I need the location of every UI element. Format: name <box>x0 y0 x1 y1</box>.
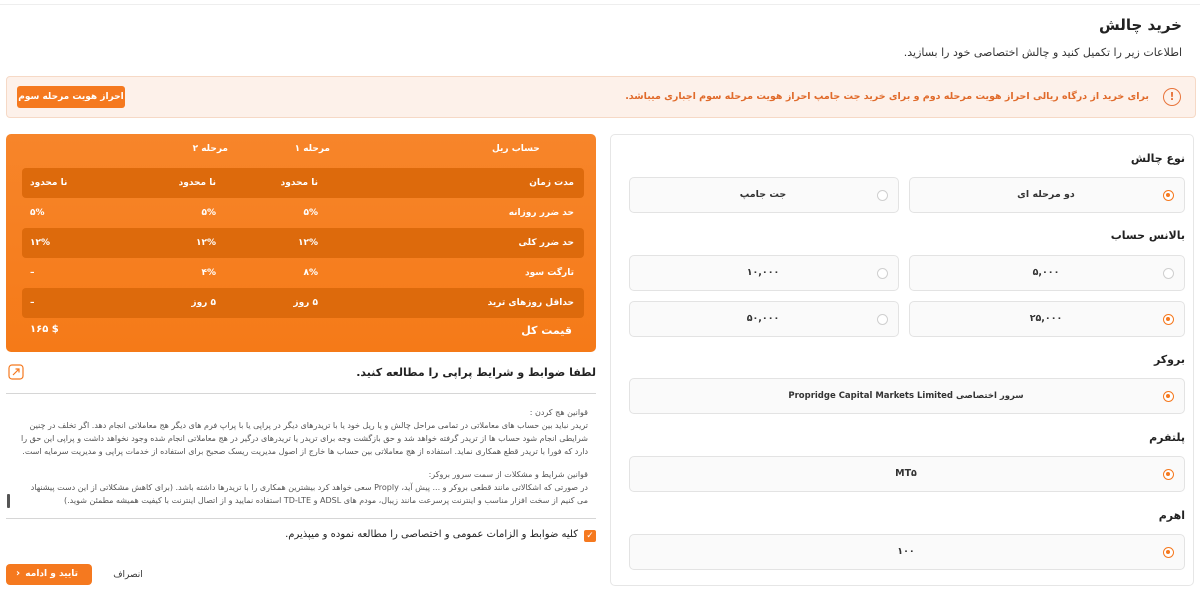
option-label: ۵,۰۰۰ <box>1032 267 1060 278</box>
row-label: حداقل روزهای ترید <box>487 298 574 308</box>
page-subtitle: اطلاعات زیر را تکمیل کنید و چالش اختصاصی… <box>903 46 1182 59</box>
platform-title: پلتفرم <box>1149 431 1185 444</box>
row-value-phase-1: ۱۲% <box>297 238 318 248</box>
row-label: مدت زمان <box>529 178 574 188</box>
confirm-continue-button[interactable]: ‹ تایید و ادامه <box>6 564 92 585</box>
row-value-phase-2: ۵% <box>201 208 216 218</box>
cancel-button[interactable]: انصراف <box>100 564 156 585</box>
terms-section-body: تریدر نباید بین حساب های معاملاتی در تما… <box>21 421 588 456</box>
balance-option-10000[interactable]: ۱۰,۰۰۰ <box>629 255 899 291</box>
row-value-phase-2: ۱۲% <box>195 238 216 248</box>
terms-section-title: قوانین هج کردن : <box>529 408 588 417</box>
terms-text-box[interactable]: قوانین هج کردن : تریدر نباید بین حساب ها… <box>6 393 596 519</box>
balance-option-25000[interactable]: ۲۵,۰۰۰ <box>909 301 1185 337</box>
challenge-type-option-two-step[interactable]: دو مرحله ای <box>909 177 1185 213</box>
broker-option[interactable]: سرور اختصاصی Propridge Capital Markets L… <box>629 378 1185 414</box>
summary-header-phase-1: مرحله ۱ <box>294 144 330 154</box>
row-value-phase-1: ۵% <box>303 208 318 218</box>
row-value-phase-1: نا محدود <box>280 178 318 188</box>
option-label: MT۵ <box>895 468 917 479</box>
summary-row: حداقل روزهای ترید ۵ روز ۵ روز – <box>22 288 584 318</box>
option-label: جت جامپ <box>739 189 787 200</box>
row-label: حد ضرر کلی <box>518 238 574 248</box>
terms-section-body: در صورتی که اشکالاتی مانند قطعی بروکر و … <box>30 483 588 505</box>
summary-header-real-account: حساب ریل <box>492 144 540 154</box>
row-value-real: ۵% <box>30 208 45 218</box>
row-value-phase-2: ۵ روز <box>191 298 216 308</box>
row-label: حد ضرر روزانه <box>508 208 574 218</box>
row-value-phase-2: نا محدود <box>178 178 216 188</box>
challenge-type-option-jet-jump[interactable]: جت جامپ <box>629 177 899 213</box>
row-value-phase-2: ۴% <box>201 268 216 278</box>
balance-option-5000[interactable]: ۵,۰۰۰ <box>909 255 1185 291</box>
option-label: ۵۰,۰۰۰ <box>746 313 780 324</box>
confirm-button-label: تایید و ادامه <box>25 569 78 579</box>
balance-option-50000[interactable]: ۵۰,۰۰۰ <box>629 301 899 337</box>
row-value-real: – <box>30 298 35 308</box>
row-value-phase-1: ۵ روز <box>293 298 318 308</box>
option-label: ۱۰,۰۰۰ <box>746 267 780 278</box>
option-label: دو مرحله ای <box>1017 189 1075 200</box>
challenge-options-panel: نوع چالش دو مرحله ای جت جامپ بالانس حساب… <box>610 134 1194 586</box>
verification-alert: ! برای خرید از درگاه ریالی احراز هویت مر… <box>6 76 1196 118</box>
row-value-real: ۱۲% <box>30 238 51 248</box>
top-divider <box>0 4 1200 5</box>
accept-terms-label: کلیه ضوابط و الزامات عمومی و اختصاصی را … <box>285 529 578 540</box>
summary-row: حد ضرر روزانه ۵% ۵% ۵% <box>22 198 584 228</box>
platform-option[interactable]: MT۵ <box>629 456 1185 492</box>
row-label: تارگت سود <box>525 268 574 278</box>
balance-title: بالانس حساب <box>1110 229 1185 242</box>
terms-title: لطفا ضوابط و شرایط پراپی را مطالعه کنید. <box>356 366 596 379</box>
total-price-value: $ ۱۶۵ <box>30 324 59 335</box>
accept-terms-checkbox[interactable]: ✓ <box>584 530 596 542</box>
option-label: ۲۵,۰۰۰ <box>1029 313 1063 324</box>
total-price-label: قیمت کل <box>521 324 572 337</box>
summary-row: تارگت سود ۸% ۴% – <box>22 258 584 288</box>
option-label: سرور اختصاصی Propridge Capital Markets L… <box>788 391 1024 401</box>
summary-header-phase-2: مرحله ۲ <box>192 144 228 154</box>
alert-text: برای خرید از درگاه ریالی احراز هویت مرحل… <box>625 91 1149 102</box>
exclamation-icon: ! <box>1163 88 1181 106</box>
terms-scrollbar[interactable] <box>7 494 10 508</box>
expand-icon[interactable] <box>8 364 24 380</box>
row-value-real: نا محدود <box>30 178 68 188</box>
row-value-real: – <box>30 268 35 278</box>
summary-row: مدت زمان نا محدود نا محدود نا محدود <box>22 168 584 198</box>
verify-level-three-button[interactable]: احراز هویت مرحله سوم <box>17 86 125 108</box>
leverage-option[interactable]: ۱۰۰ <box>629 534 1185 570</box>
challenge-type-title: نوع چالش <box>1130 152 1185 165</box>
chevron-left-icon: ‹ <box>16 568 21 579</box>
leverage-title: اهرم <box>1158 509 1185 522</box>
page-title: خرید چالش <box>1099 16 1182 34</box>
challenge-summary-card: مرحله ۱ مرحله ۲ حساب ریل مدت زمان نا محد… <box>6 134 596 352</box>
row-value-phase-1: ۸% <box>303 268 318 278</box>
broker-title: بروکر <box>1153 353 1185 366</box>
summary-row: حد ضرر کلی ۱۲% ۱۲% ۱۲% <box>22 228 584 258</box>
terms-section-title: قوانین شرایط و مشکلات از سمت سرور بروکر: <box>428 470 588 479</box>
option-label: ۱۰۰ <box>897 546 915 557</box>
